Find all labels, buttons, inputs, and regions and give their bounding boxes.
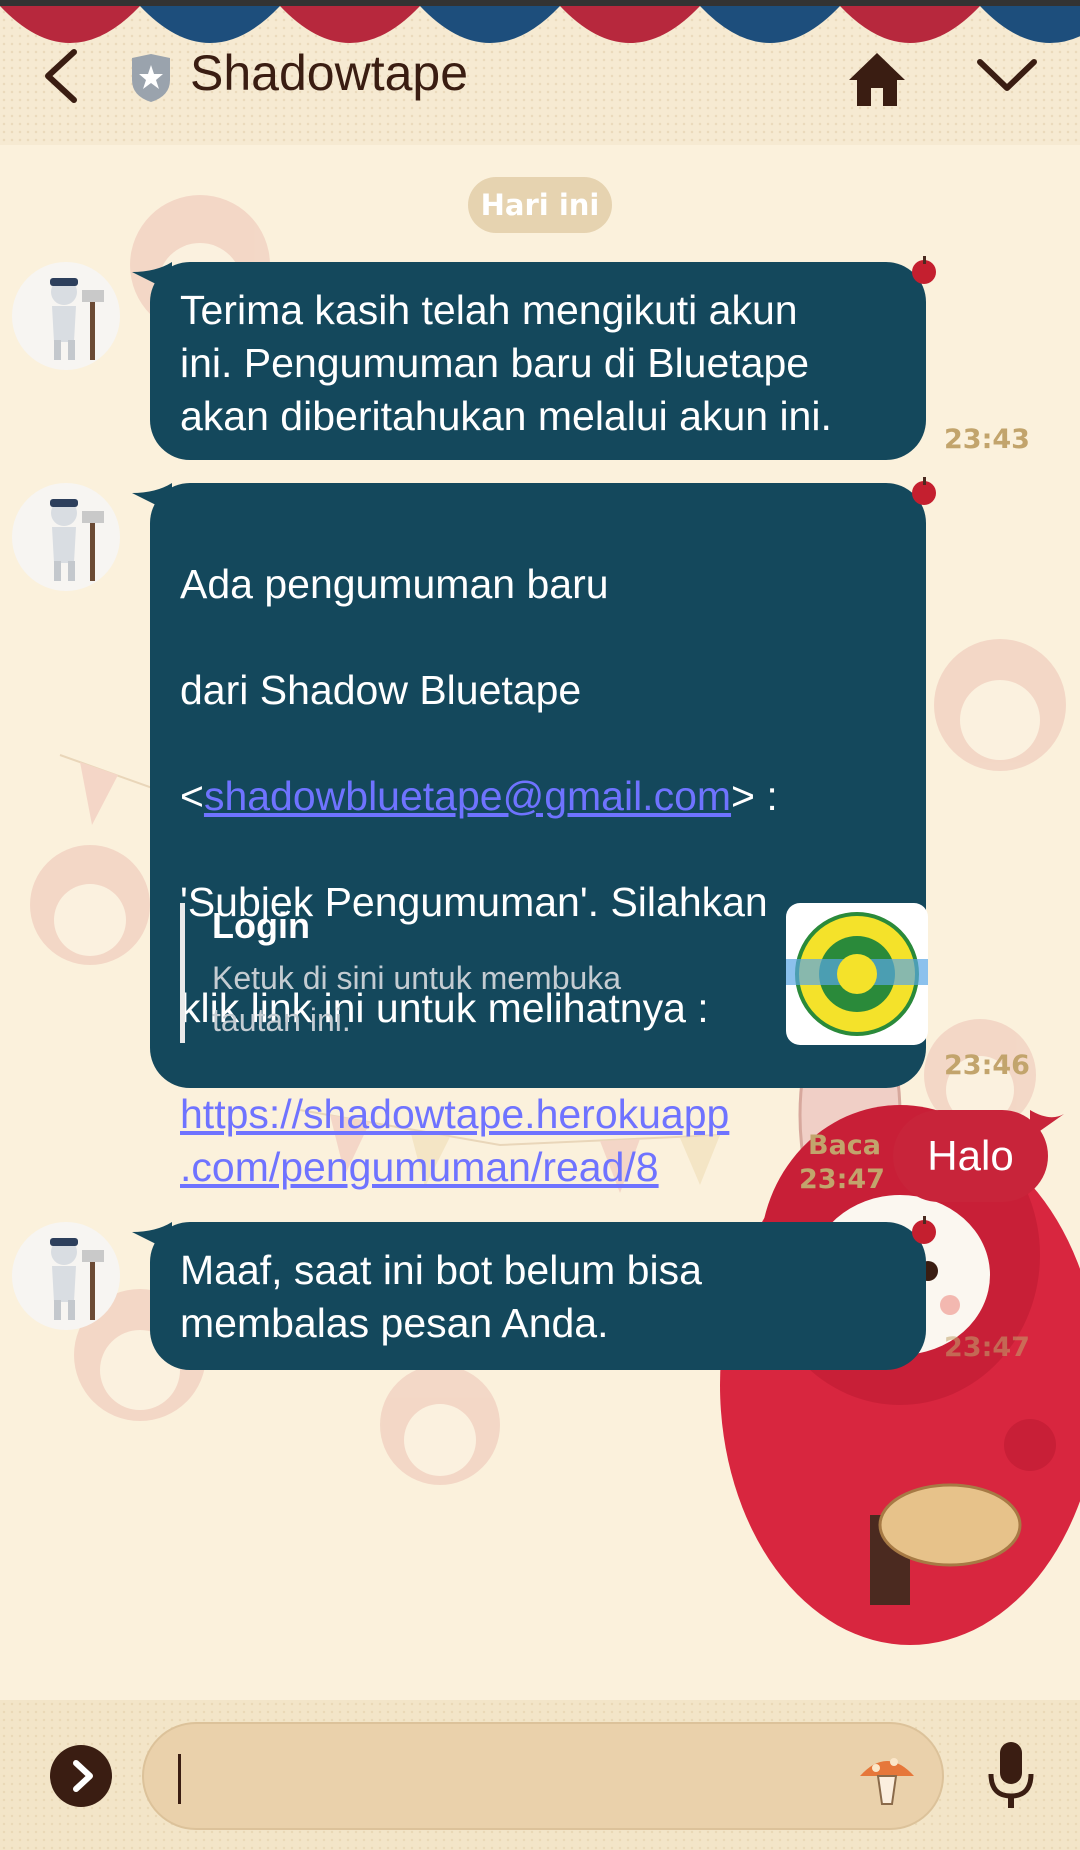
message-bubble: Maaf, saat ini bot belum bisa membalas p… (132, 1216, 936, 1370)
message-time: 23:47 (944, 1332, 1030, 1363)
date-separator: Hari ini (468, 177, 612, 233)
text-cursor (178, 1754, 181, 1804)
preview-bar (180, 903, 185, 1043)
back-icon[interactable] (38, 48, 88, 104)
header-decoration (0, 0, 1080, 43)
email-link[interactable]: shadowbluetape@gmail.com (204, 773, 731, 819)
page-title: Shadowtape (190, 45, 469, 101)
message-line: dari Shadow Bluetape (180, 667, 582, 713)
message-time: 23:46 (944, 1050, 1030, 1081)
sent-tail (1030, 1110, 1064, 1138)
email-bracket-open: < (180, 773, 204, 819)
bot-avatar[interactable] (12, 1222, 120, 1330)
shield-star-icon (132, 54, 170, 102)
read-receipt: Baca (808, 1130, 882, 1161)
sent-message-text: Halo (927, 1132, 1014, 1179)
sent-time: 23:47 (799, 1164, 885, 1195)
announcement-link[interactable]: https://shadowtape.herokuapp .com/pengumu… (180, 1088, 896, 1194)
sent-message-bubble: Halo (893, 1110, 1048, 1202)
message-text: Terima kasih telah mengikuti akun ini. P… (180, 287, 832, 439)
apple-icon (912, 477, 936, 505)
preview-title: Login (212, 905, 310, 946)
expand-button[interactable] (50, 1745, 112, 1807)
message-text: Ada pengumuman baru dari Shadow Bluetape… (180, 505, 896, 1247)
mushroom-sticker-icon[interactable] (856, 1746, 918, 1808)
message-bubble: Terima kasih telah mengikuti akun ini. P… (132, 256, 936, 460)
microphone-icon[interactable] (985, 1740, 1037, 1812)
message-bubble: Ada pengumuman baru dari Shadow Bluetape… (132, 477, 936, 1190)
message-line: <shadowbluetape@gmail.com> : (180, 770, 896, 823)
university-logo-icon (786, 912, 928, 1036)
chat-header: Shadowtape (0, 0, 1080, 145)
email-bracket-close: > : (731, 773, 778, 819)
message-line: Ada pengumuman baru (180, 561, 609, 607)
link-line[interactable]: .com/pengumuman/read/8 (180, 1141, 896, 1194)
link-preview-card[interactable]: Login Ketuk di sini untuk membuka tautan… (180, 903, 928, 1045)
expand-icon (73, 1760, 93, 1792)
mailman-icon (50, 1238, 104, 1320)
home-icon[interactable] (846, 50, 908, 108)
input-bar (0, 1700, 1080, 1850)
bot-avatar[interactable] (12, 262, 120, 370)
mailman-icon (50, 278, 104, 360)
preview-thumbnail (786, 903, 928, 1045)
chevron-down-icon[interactable] (976, 56, 1038, 96)
bot-avatar[interactable] (12, 483, 120, 591)
message-input[interactable] (142, 1722, 944, 1830)
apple-icon (912, 1216, 936, 1244)
message-text: Maaf, saat ini bot belum bisa membalas p… (180, 1247, 702, 1346)
mailman-icon (50, 499, 104, 581)
preview-description: Ketuk di sini untuk membuka tautan ini. (212, 960, 622, 1038)
apple-icon (912, 256, 936, 284)
link-line[interactable]: https://shadowtape.herokuapp (180, 1088, 896, 1141)
message-time: 23:43 (944, 424, 1030, 455)
